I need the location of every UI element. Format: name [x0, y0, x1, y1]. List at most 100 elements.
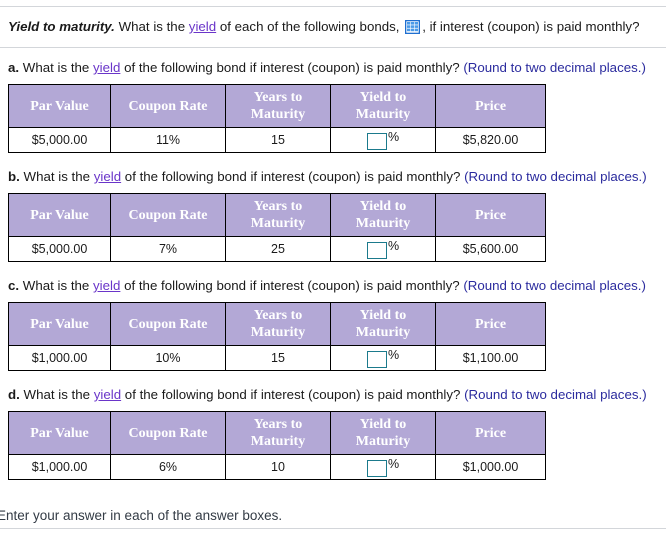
part-a-letter: a. — [8, 60, 20, 75]
part-c: c. What is the yield of the following bo… — [8, 278, 658, 371]
cell-par-value: $5,000.00 — [8, 236, 111, 262]
cell-par-value: $5,000.00 — [8, 127, 111, 153]
percent-symbol: % — [387, 457, 400, 472]
yield-answer-input[interactable] — [366, 459, 387, 477]
header-price: Price — [435, 411, 546, 455]
header-yield-line2: Maturity — [355, 325, 411, 340]
part-d-letter: d. — [8, 387, 20, 402]
header-years-line1: Years to — [253, 417, 303, 432]
header-price: Price — [435, 193, 546, 237]
table-header-row: Par Value Coupon Rate Years to Maturity Y… — [8, 193, 546, 237]
header-yield-line2: Maturity — [355, 107, 411, 122]
header-years-to-maturity: Years to Maturity — [225, 84, 331, 128]
header-yield-line1: Yield to — [359, 199, 407, 214]
cell-price: $5,600.00 — [435, 236, 546, 262]
part-b-prompt: b. What is the yield of the following bo… — [8, 169, 658, 185]
part-b: b. What is the yield of the following bo… — [8, 169, 658, 262]
yield-link[interactable]: yield — [94, 169, 121, 184]
cell-yield-to-maturity: % — [330, 454, 436, 480]
round-note: (Round to two decimal places.) — [463, 278, 646, 293]
header-years-line2: Maturity — [250, 216, 306, 231]
cell-years-to-maturity: 10 — [225, 454, 331, 480]
cell-yield-to-maturity: % — [330, 345, 436, 371]
question-text-end: , if interest (coupon) is paid monthly? — [422, 19, 640, 34]
round-note: (Round to two decimal places.) — [463, 60, 646, 75]
cell-par-value: $1,000.00 — [8, 454, 111, 480]
yield-link[interactable]: yield — [189, 19, 216, 34]
question-title: Yield to maturity. — [8, 19, 115, 34]
header-price: Price — [435, 84, 546, 128]
bond-table: Par Value Coupon Rate Years to Maturity Y… — [8, 411, 546, 480]
header-years-line1: Years to — [253, 90, 303, 105]
cell-price: $5,820.00 — [435, 127, 546, 153]
header-years-to-maturity: Years to Maturity — [225, 302, 331, 346]
cell-yield-to-maturity: % — [330, 236, 436, 262]
table-header-row: Par Value Coupon Rate Years to Maturity Y… — [8, 411, 546, 455]
prompt-before-link: What is the — [23, 169, 94, 184]
cell-years-to-maturity: 15 — [225, 345, 331, 371]
header-yield-line2: Maturity — [355, 216, 411, 231]
question-text-after-link: of each of the following bonds, — [216, 19, 404, 34]
table-row: $1,000.00 6% 10 % $1,000.00 — [8, 454, 546, 480]
prompt-after-link: of the following bond if interest (coupo… — [120, 60, 464, 75]
part-d-prompt: d. What is the yield of the following bo… — [8, 387, 658, 403]
yield-link[interactable]: yield — [94, 387, 121, 402]
top-divider — [0, 6, 666, 7]
header-years-to-maturity: Years to Maturity — [225, 411, 331, 455]
part-c-prompt: c. What is the yield of the following bo… — [8, 278, 658, 294]
footer-instruction: Enter your answer in each of the answer … — [0, 508, 283, 523]
yield-answer-input[interactable] — [366, 132, 387, 150]
percent-symbol: % — [387, 348, 400, 363]
table-header-row: Par Value Coupon Rate Years to Maturity Y… — [8, 84, 546, 128]
spreadsheet-grid-icon[interactable] — [404, 19, 421, 35]
round-note: (Round to two decimal places.) — [464, 387, 647, 402]
header-years-line2: Maturity — [250, 434, 306, 449]
cell-par-value: $1,000.00 — [8, 345, 111, 371]
header-yield-line1: Yield to — [359, 417, 407, 432]
header-years-line2: Maturity — [250, 325, 306, 340]
header-coupon-rate: Coupon Rate — [110, 302, 226, 346]
percent-symbol: % — [387, 239, 400, 254]
prompt-after-link: of the following bond if interest (coupo… — [121, 387, 465, 402]
yield-link[interactable]: yield — [93, 60, 120, 75]
header-par-value: Par Value — [8, 302, 111, 346]
bottom-divider — [0, 528, 666, 529]
header-coupon-rate: Coupon Rate — [110, 193, 226, 237]
header-yield-line2: Maturity — [355, 434, 411, 449]
header-yield-to-maturity: Yield to Maturity — [330, 302, 436, 346]
table-row: $5,000.00 11% 15 % $5,820.00 — [8, 127, 546, 153]
header-coupon-rate: Coupon Rate — [110, 84, 226, 128]
table-row: $1,000.00 10% 15 % $1,100.00 — [8, 345, 546, 371]
header-yield-to-maturity: Yield to Maturity — [330, 84, 436, 128]
yield-answer-input[interactable] — [366, 350, 387, 368]
cell-price: $1,000.00 — [435, 454, 546, 480]
header-par-value: Par Value — [8, 193, 111, 237]
bond-table: Par Value Coupon Rate Years to Maturity Y… — [8, 302, 546, 371]
bond-table: Par Value Coupon Rate Years to Maturity Y… — [8, 84, 546, 153]
header-divider — [0, 47, 666, 48]
yield-link[interactable]: yield — [93, 278, 120, 293]
main-question: Yield to maturity. What is the yield of … — [8, 19, 658, 35]
cell-coupon-rate: 10% — [110, 345, 226, 371]
prompt-after-link: of the following bond if interest (coupo… — [120, 278, 464, 293]
part-c-letter: c. — [8, 278, 20, 293]
cell-yield-to-maturity: % — [330, 127, 436, 153]
cell-years-to-maturity: 25 — [225, 236, 331, 262]
part-b-letter: b. — [8, 169, 20, 184]
header-yield-to-maturity: Yield to Maturity — [330, 193, 436, 237]
header-years-line2: Maturity — [250, 107, 306, 122]
part-a-prompt: a. What is the yield of the following bo… — [8, 60, 658, 76]
table-header-row: Par Value Coupon Rate Years to Maturity Y… — [8, 302, 546, 346]
header-price: Price — [435, 302, 546, 346]
prompt-before-link: What is the — [22, 278, 94, 293]
prompt-before-link: What is the — [23, 387, 94, 402]
header-coupon-rate: Coupon Rate — [110, 411, 226, 455]
header-par-value: Par Value — [8, 411, 111, 455]
percent-symbol: % — [387, 130, 400, 145]
yield-answer-input[interactable] — [366, 241, 387, 259]
question-text-before-link: What is the — [114, 19, 189, 34]
prompt-before-link: What is the — [22, 60, 94, 75]
header-par-value: Par Value — [8, 84, 111, 128]
cell-coupon-rate: 6% — [110, 454, 226, 480]
bond-table: Par Value Coupon Rate Years to Maturity Y… — [8, 193, 546, 262]
